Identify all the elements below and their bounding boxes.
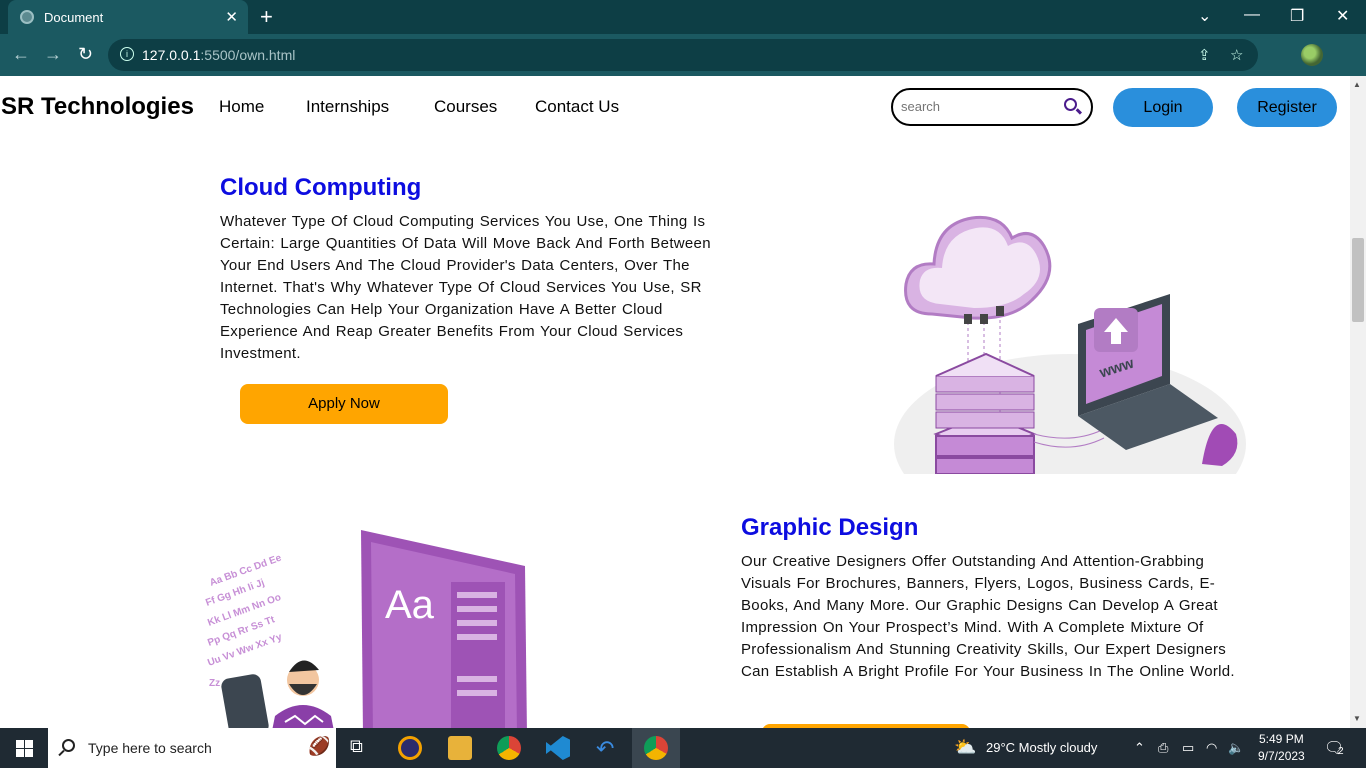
clock-time: 5:49 PM <box>1259 732 1304 746</box>
tab-search-chevron-icon[interactable]: ⌄ <box>1198 6 1211 26</box>
brand-logo: SR Technologies <box>1 93 194 120</box>
nav-courses[interactable]: Courses <box>434 97 497 117</box>
url-text: 127.0.0.1:5500/own.html <box>142 47 296 63</box>
clock-date: 9/7/2023 <box>1258 749 1305 763</box>
nav-home[interactable]: Home <box>219 97 264 117</box>
cloud-computing-title: Cloud Computing <box>220 174 422 201</box>
window-close-icon[interactable]: ✕ <box>1336 6 1349 26</box>
vscode-icon[interactable] <box>546 736 570 760</box>
battery-icon[interactable]: ▭ <box>1182 740 1194 756</box>
windows-start-icon[interactable] <box>16 740 33 757</box>
chrome-icon[interactable] <box>497 736 521 760</box>
taskbar-search-label: Type here to search <box>88 740 212 756</box>
scroll-up-icon[interactable]: ▲ <box>1353 80 1361 89</box>
graphic-design-illustration: Aa Bb Cc Dd Ee Ff Gg Hh Ii Jj Kk Ll Mm N… <box>204 530 527 728</box>
apply-now-button[interactable]: Apply Now <box>240 384 448 424</box>
scroll-down-icon[interactable]: ▼ <box>1353 714 1361 723</box>
nav-contact-us[interactable]: Contact Us <box>535 97 619 117</box>
browser-tab[interactable]: Document ✕ <box>8 0 248 34</box>
task-view-icon[interactable]: ⧉ <box>350 736 374 760</box>
search-icon[interactable] <box>1064 98 1077 111</box>
site-info-icon[interactable]: i <box>120 47 134 61</box>
restore-icon[interactable]: ❐ <box>1290 6 1304 26</box>
nav-internships[interactable]: Internships <box>306 97 389 117</box>
clock[interactable]: 5:49 PM 9/7/2023 <box>1258 731 1305 765</box>
wifi-icon[interactable]: ◠ <box>1206 740 1217 756</box>
profile-avatar-icon[interactable] <box>1301 44 1323 66</box>
cloud-server-illustration: www <box>894 215 1246 474</box>
meet-now-icon[interactable]: ⎙ <box>1158 740 1168 756</box>
tab-title: Document <box>44 10 104 25</box>
taskbar-search-icon <box>62 739 75 752</box>
volume-icon[interactable]: 🔈 <box>1228 740 1244 756</box>
address-toolbar: ← → ↻ i 127.0.0.1:5500/own.html ⇪ ☆ ◧ <box>0 34 1366 95</box>
windows-taskbar: Type here to search 🏈 ⧉ ↶ ⛅ 29°C Mostly … <box>0 728 1366 768</box>
remote-app-icon[interactable]: ↶ <box>596 736 620 761</box>
weather-text[interactable]: 29°C Mostly cloudy <box>986 740 1097 755</box>
forward-arrow-icon[interactable]: → <box>44 44 62 65</box>
tray-chevron-icon[interactable]: ⌃ <box>1134 740 1145 756</box>
search-box <box>891 88 1093 126</box>
cloud-computing-text: Whatever Type Of Cloud Computing Service… <box>220 213 711 362</box>
login-button[interactable]: Login <box>1113 88 1213 127</box>
minimize-icon[interactable]: — <box>1244 6 1260 24</box>
globe-icon <box>20 10 34 24</box>
notifications-count: 2 <box>1338 746 1344 757</box>
reload-icon[interactable]: ↻ <box>78 44 93 65</box>
address-bar[interactable]: i 127.0.0.1:5500/own.html ⇪ ☆ <box>108 39 1258 71</box>
scrollbar-thumb[interactable] <box>1352 238 1364 322</box>
search-input[interactable] <box>901 99 1051 114</box>
chrome-active-icon[interactable] <box>644 736 668 760</box>
new-tab-button[interactable]: + <box>260 4 273 30</box>
graphic-design-title: Graphic Design <box>741 514 919 541</box>
taskbar-search[interactable]: Type here to search 🏈 <box>48 728 336 768</box>
register-button[interactable]: Register <box>1237 88 1337 127</box>
web-page: SR Technologies Home Internships Courses… <box>0 76 1350 728</box>
tab-close-icon[interactable]: ✕ <box>225 8 238 26</box>
weather-cloud-icon: ⛅ <box>954 737 977 757</box>
page-scrollbar[interactable]: ▲ ▼ <box>1350 76 1366 728</box>
browser-tab-strip: Document ✕ + ⌄ — ❐ ✕ <box>0 0 1366 34</box>
aa-glyph: Aa <box>385 583 435 627</box>
svg-text:Zz: Zz <box>209 678 220 689</box>
back-arrow-icon[interactable]: ← <box>12 44 30 65</box>
share-icon[interactable]: ⇪ <box>1198 46 1211 64</box>
search-highlight-icon: 🏈 <box>308 736 331 756</box>
bookmark-star-icon[interactable]: ☆ <box>1230 46 1243 64</box>
eclipse-icon[interactable] <box>398 736 422 760</box>
graphic-design-text: Our Creative Designers Offer Outstanding… <box>741 553 1235 680</box>
file-explorer-icon[interactable] <box>448 736 472 760</box>
